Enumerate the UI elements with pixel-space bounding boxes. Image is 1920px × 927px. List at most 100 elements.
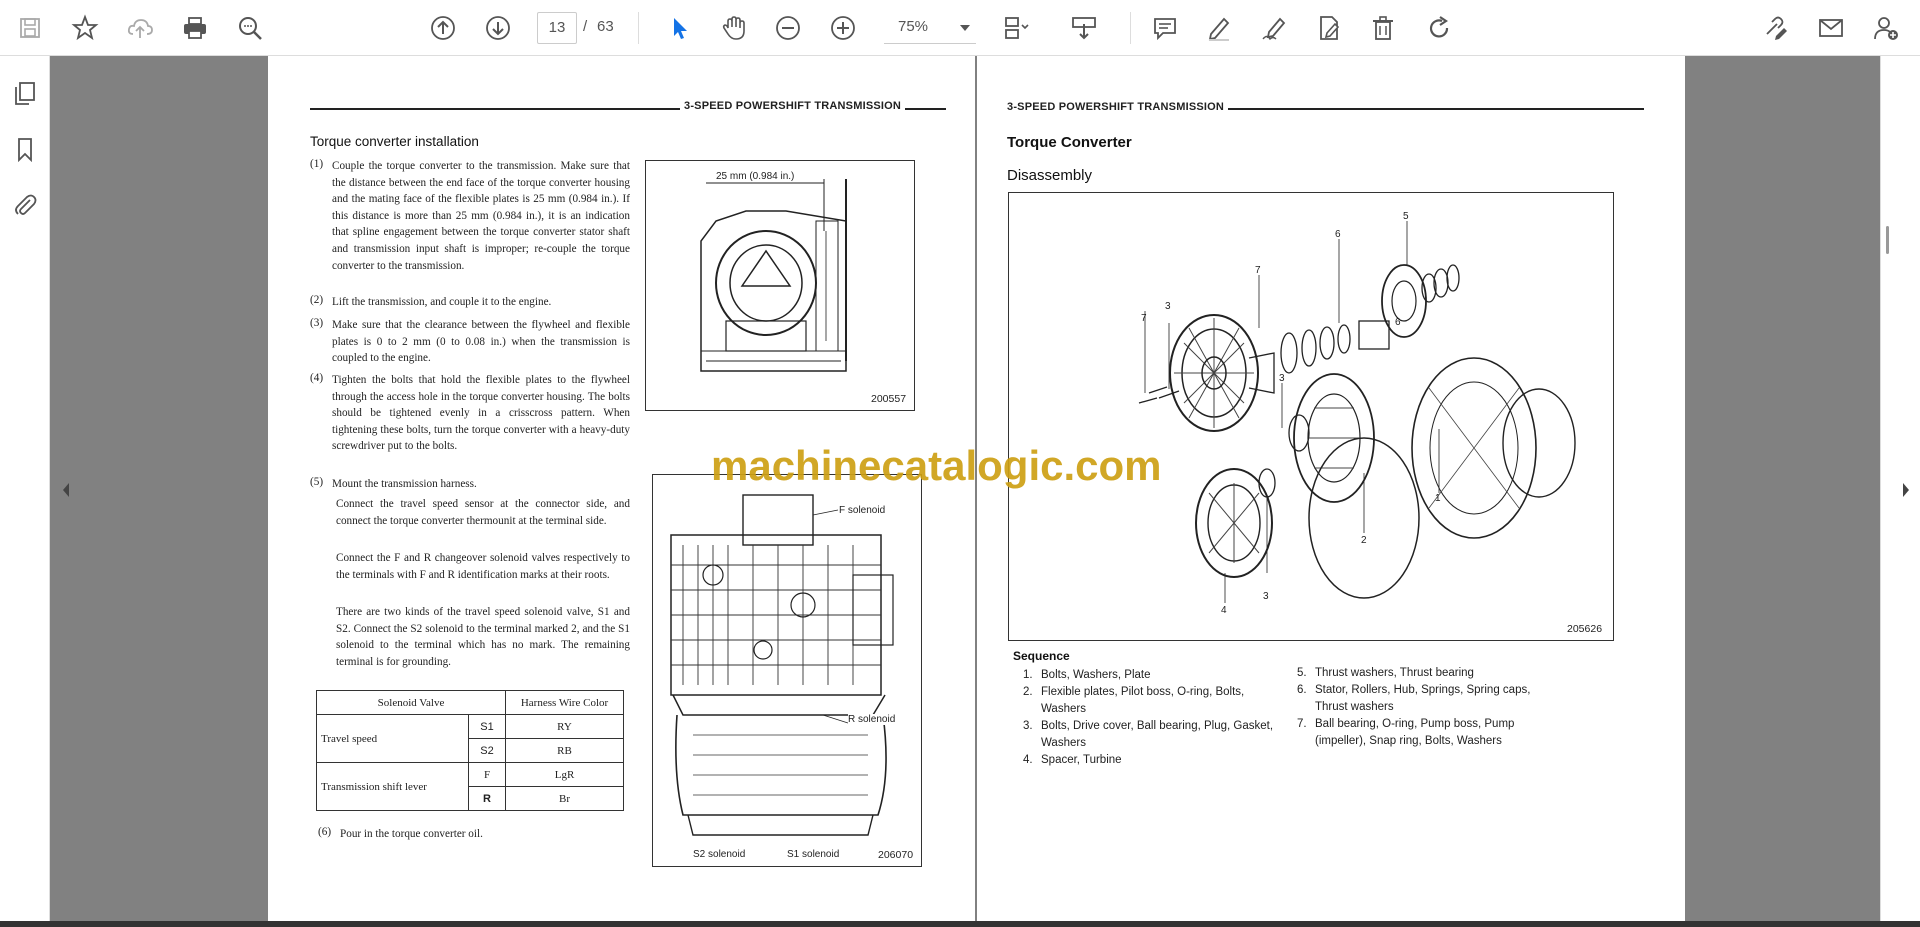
link-edit-icon[interactable] — [1756, 8, 1796, 48]
attachment-icon[interactable] — [10, 190, 40, 220]
collapse-left-pane-icon[interactable] — [60, 470, 72, 510]
table-header-valve: Solenoid Valve — [316, 690, 506, 715]
figure-code: 206070 — [878, 849, 914, 861]
save-icon[interactable] — [10, 8, 50, 48]
draw-sign-icon[interactable] — [1254, 8, 1294, 48]
callout-number: 6 — [1395, 317, 1401, 328]
step-number: (2) — [310, 294, 324, 306]
trash-icon[interactable] — [1363, 8, 1403, 48]
comment-icon[interactable] — [1145, 8, 1185, 48]
page-thumbnails-icon[interactable] — [10, 78, 40, 108]
callout-number: 3 — [1165, 301, 1171, 312]
chevron-down-icon — [960, 25, 970, 31]
step-text: Couple the torque converter to the trans… — [332, 160, 630, 272]
callout-number: 4 — [1221, 605, 1227, 616]
sub-paragraph: Connect the travel speed sensor at the c… — [336, 498, 630, 527]
callout-number: 6 — [1335, 229, 1341, 240]
callout-number: 7 — [1141, 313, 1147, 324]
table-cell-code: S1 — [468, 714, 506, 739]
step-text: Mount the transmission harness. — [332, 478, 477, 490]
page-header: 3-SPEED POWERSHIFT TRANSMISSION — [680, 100, 906, 112]
list-item: 2. Flexible plates, Pilot boss, O-ring, B… — [1023, 686, 1245, 715]
s1-solenoid-label: S1 solenoid — [787, 849, 840, 860]
list-item: 1. Bolts, Washers, Plate — [1023, 669, 1151, 681]
table-cell-color: Br — [505, 786, 624, 811]
harness-wire-table: Solenoid Valve Harness Wire Color Travel… — [316, 690, 624, 811]
callout-number: 3 — [1279, 373, 1285, 384]
exploded-view-illustration — [1138, 221, 1576, 603]
s2-solenoid-label: S2 solenoid — [693, 849, 746, 860]
step-number: (4) — [310, 372, 324, 384]
star-icon[interactable] — [65, 8, 105, 48]
sub-paragraph: Connect the F and R changeover solenoid … — [336, 552, 630, 581]
zoom-in-icon[interactable] — [823, 8, 863, 48]
figure-torque-converter-exploded: 5 6 7 6 7 3 3 1 2 4 3 205626 — [1008, 192, 1614, 641]
toolbar-divider — [638, 12, 639, 44]
figure-torque-converter-housing: 25 mm (0.984 in.) 200557 — [645, 160, 915, 411]
redo-rotate-icon[interactable] — [1419, 8, 1459, 48]
list-item: 5. Thrust washers, Thrust bearing — [1297, 667, 1474, 679]
toolbar: 13 / 63 75% — [0, 0, 1920, 56]
step-text: Lift the transmission, and couple it to … — [332, 296, 552, 308]
table-cell-travel-speed: Travel speed — [316, 714, 469, 763]
edit-document-icon[interactable] — [1309, 8, 1349, 48]
callout-number: 2 — [1361, 535, 1367, 546]
next-page-icon[interactable] — [478, 8, 518, 48]
figure-code: 200557 — [871, 393, 907, 405]
callout-number: 1 — [1435, 493, 1441, 504]
figure-code: 205626 — [1567, 623, 1603, 635]
table-cell-color: RY — [505, 714, 624, 739]
expand-right-pane-icon[interactable] — [1900, 470, 1912, 510]
list-item: 7. Ball bearing, O-ring, Pump boss, Pump … — [1297, 718, 1515, 747]
callout-number: 5 — [1403, 211, 1409, 222]
step-number: (5) — [310, 476, 324, 488]
page-title: Torque Converter — [1007, 134, 1132, 151]
bookmark-icon[interactable] — [10, 134, 40, 164]
table-cell-code: S2 — [468, 738, 506, 763]
left-navigation-pane — [0, 56, 50, 921]
watermark: machinecatalogic.com — [711, 442, 1162, 489]
page-separator: / — [583, 18, 588, 35]
table-cell-shift-lever: Transmission shift lever — [316, 762, 469, 811]
transmission-illustration — [670, 494, 894, 836]
list-item: 6. Stator, Rollers, Hub, Springs, Spring … — [1297, 684, 1531, 713]
section-title: Torque converter installation — [310, 134, 479, 149]
add-user-icon[interactable] — [1866, 8, 1906, 48]
f-solenoid-label: F solenoid — [839, 505, 886, 516]
table-cell-color: LgR — [505, 762, 624, 787]
toolbar-divider — [1130, 12, 1131, 44]
step-text: Tighten the bolts that hold the flexible… — [332, 374, 630, 453]
table-cell-code: F — [468, 762, 506, 787]
list-item: 4. Spacer, Turbine — [1023, 754, 1122, 766]
page-number-input[interactable]: 13 — [537, 12, 577, 44]
email-icon[interactable] — [1811, 8, 1851, 48]
housing-illustration — [700, 179, 847, 372]
hand-tool-icon[interactable] — [713, 8, 753, 48]
select-cursor-icon[interactable] — [659, 8, 699, 48]
dimension-label: 25 mm (0.984 in.) — [716, 171, 795, 182]
table-cell-color: RB — [505, 738, 624, 763]
scroll-mode-icon[interactable] — [1064, 8, 1104, 48]
step-number: (6) — [318, 826, 332, 838]
zoom-level-value: 75% — [898, 18, 929, 35]
cloud-upload-icon[interactable] — [120, 8, 160, 48]
figure-transmission-solenoids: F solenoid R solenoid S2 solenoid S1 sol… — [652, 474, 922, 867]
vertical-scrollbar[interactable] — [1886, 226, 1889, 254]
section-subtitle: Disassembly — [1007, 167, 1093, 184]
table-header-color: Harness Wire Color — [505, 690, 624, 715]
r-solenoid-label: R solenoid — [848, 714, 896, 725]
page-header: 3-SPEED POWERSHIFT TRANSMISSION — [1007, 101, 1229, 113]
zoom-out-icon[interactable] — [768, 8, 808, 48]
previous-page-icon[interactable] — [423, 8, 463, 48]
list-item: 3. Bolts, Drive cover, Ball bearing, Plug… — [1023, 720, 1274, 749]
zoom-search-icon[interactable] — [230, 8, 270, 48]
callout-number: 3 — [1263, 591, 1269, 602]
highlight-pen-icon[interactable] — [1199, 8, 1239, 48]
table-cell-code: R — [468, 786, 506, 811]
print-icon[interactable] — [175, 8, 215, 48]
zoom-level-select[interactable]: 75% — [884, 12, 976, 44]
sequence-title: Sequence — [1013, 649, 1070, 663]
step-text: Pour in the torque converter oil. — [340, 828, 483, 840]
page-layout-icon[interactable] — [996, 8, 1036, 48]
step-number: (3) — [310, 317, 324, 329]
